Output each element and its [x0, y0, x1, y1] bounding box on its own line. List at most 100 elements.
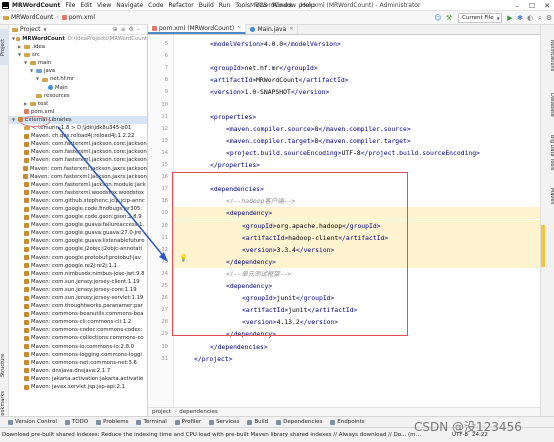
tool-tab-notifications[interactable]: Notifications — [541, 31, 554, 81]
project-panel-title[interactable]: Project — [20, 26, 41, 33]
close-button[interactable]: ✕ — [540, 0, 554, 11]
tree-item[interactable]: Maven: com.fasterxml.woodstox:woodstox — [9, 189, 147, 197]
close-tab-icon[interactable]: ✕ — [289, 26, 293, 32]
code-line[interactable]: </properties> — [174, 159, 540, 171]
code-line[interactable]: <version>1.0-SNAPSHOT</version> — [174, 86, 540, 98]
code-line[interactable]: <dependency> — [174, 207, 540, 220]
tree-item[interactable]: Maven: com.google.guava:listenablefuture — [9, 237, 147, 245]
status-message[interactable]: Download pre-built shared indexes: Reduc… — [2, 432, 422, 438]
tree-item[interactable]: pom.xml — [9, 108, 147, 116]
tree-item[interactable]: Maven: jakarta.activation:jakarta.activa… — [9, 375, 147, 383]
code-line[interactable]: <artifactId>hadoop-client</artifactId> — [174, 231, 540, 244]
menu-navigate[interactable]: Navigate — [116, 2, 143, 9]
tree-item[interactable]: Maven: com.sun.jersey:jersey-client:1.19 — [9, 278, 147, 286]
code-line[interactable]: </dependency> — [174, 328, 540, 340]
code-line[interactable]: </dependency> — [174, 255, 540, 268]
menu-tools[interactable]: Tools — [235, 2, 250, 9]
tree-item[interactable]: ▶ test — [9, 100, 147, 108]
run-icon[interactable]: ▶ — [506, 14, 514, 22]
search-everywhere-icon[interactable]: ⌕ — [536, 14, 544, 22]
tree-item[interactable]: Maven: commons-net:commons-net:3.6 — [9, 359, 147, 367]
settings-icon[interactable]: ⚙ — [545, 14, 553, 22]
maximize-button[interactable]: ☐ — [525, 0, 539, 11]
tab-pom-xml[interactable]: pom.xml (MRWordCount) ✕ — [148, 24, 247, 34]
tree-item[interactable]: Maven: com.fasterxml.jackson.jaxrs:jacks… — [9, 173, 147, 181]
code-editor[interactable]: <modelVersion>4.0.0</modelVersion> <group… — [174, 35, 540, 407]
code-line[interactable]: <dependency> — [174, 280, 540, 292]
minimize-button[interactable]: – — [510, 0, 524, 11]
code-line[interactable]: <groupId>org.apache.hadoop</groupId> — [174, 219, 540, 232]
tree-item[interactable]: ▼ main — [9, 59, 147, 67]
tool-tab-project[interactable]: Project — [0, 29, 9, 65]
tree-item[interactable]: Maven: com.google.j2objc:j2objc-annotati — [9, 245, 147, 253]
tree-item[interactable]: Maven: com.fasterxml.jackson.core:jackso… — [9, 156, 147, 164]
code-line[interactable]: <properties> — [174, 111, 540, 123]
code-line[interactable]: <maven.compiler.source>8</maven.compiler… — [174, 123, 540, 135]
tree-item[interactable]: Maven: com.github.stephenc.jcip:jcip-ann… — [9, 197, 147, 205]
intention-bulb-icon[interactable]: 💡 — [179, 254, 188, 262]
code-line[interactable]: <artifactId>MRWordCount</artifactId> — [174, 74, 540, 86]
code-line[interactable]: <project.build.sourceEncoding>UTF-8</pro… — [174, 147, 540, 159]
code-line[interactable]: <modelVersion>4.0.0</modelVersion> — [174, 38, 540, 50]
tab-main-java[interactable]: Main.java ✕ — [246, 24, 299, 34]
tool-window-dependencies[interactable]: Dependencies — [276, 419, 322, 425]
breadcrumb-item[interactable]: dependencies — [179, 409, 217, 415]
tree-item[interactable]: Main — [9, 84, 147, 92]
nav-crumb-project[interactable]: MRWordCount › — [3, 14, 59, 21]
tool-window-services[interactable]: Services — [209, 419, 239, 425]
tree-item[interactable]: Maven: com.google.re2j:re2j:1.1 — [9, 262, 147, 270]
code-line[interactable] — [174, 171, 540, 183]
build-hammer-icon[interactable]: ⚒ — [445, 14, 453, 22]
tree-item[interactable]: ▶ .idea — [9, 43, 147, 51]
menu-refactor[interactable]: Refactor — [169, 2, 194, 9]
tool-window-problems[interactable]: Problems — [96, 419, 128, 425]
tree-item[interactable]: Maven: commons-cli:commons-cli:1.2 — [9, 318, 147, 326]
code-line[interactable]: </dependencies> — [174, 341, 540, 353]
user-icon[interactable]: ☺ — [434, 14, 442, 22]
tree-item[interactable]: Maven: javax.servlet.jsp:jsp-api:2.1 — [9, 383, 147, 391]
code-line[interactable]: <!--单元测试框架--> — [174, 268, 540, 280]
tool-window-profiler[interactable]: Profiler — [174, 419, 201, 425]
tree-item[interactable]: Maven: com.google.guava:failureaccess:1. — [9, 221, 147, 229]
coverage-icon[interactable]: ◐ — [526, 14, 534, 22]
code-line[interactable]: <!--hadoop客户端--> — [174, 195, 540, 207]
code-line[interactable]: <version>4.13.2</version> — [174, 316, 540, 328]
tree-item[interactable]: Maven: com.google.code.gson:gson:2.8.9 — [9, 213, 147, 221]
close-tab-icon[interactable]: ✕ — [237, 25, 241, 31]
tree-item[interactable]: Maven: com.google.code.findbugs:jsr305: — [9, 205, 147, 213]
menu-edit[interactable]: Edit — [80, 2, 92, 9]
debug-icon[interactable]: ✱ — [516, 14, 524, 22]
tool-window-build[interactable]: Build — [247, 419, 268, 425]
tree-item[interactable]: Maven: commons-logging:commons-loggi — [9, 351, 147, 359]
tree-item[interactable]: Maven: com.google.protobuf:protobuf-jav — [9, 254, 147, 262]
tool-tab-maven[interactable]: Maven — [541, 181, 554, 211]
code-line[interactable]: <dependencies> — [174, 183, 540, 195]
tree-item[interactable]: Maven: ch.qos.reload4j:reload4j:1.2.22 — [9, 132, 147, 140]
chevron-down-icon[interactable]: ▼ — [44, 27, 47, 32]
tool-tab-database[interactable]: Database — [541, 85, 554, 125]
tree-item[interactable]: Maven: commons-beanutils:commons-bea — [9, 310, 147, 318]
tree-item[interactable]: Maven: commons-io:commons-io:2.8.0 — [9, 343, 147, 351]
tree-item[interactable]: Maven: commons-codec:commons-codec: — [9, 326, 147, 334]
tree-item[interactable]: resources — [9, 92, 147, 100]
tree-item[interactable]: Maven: com.nimbusds:nimbus-jose-jwt:9.8 — [9, 270, 147, 278]
code-line[interactable]: </project> — [174, 353, 540, 365]
code-line[interactable] — [174, 99, 540, 111]
code-line[interactable]: <groupId>net.hf.mr</groupId> — [174, 62, 540, 74]
code-line[interactable]: <artifactId>junit</artifactId> — [174, 304, 540, 316]
panel-actions-icon[interactable]: ⊕≡⚙– — [113, 26, 143, 33]
tree-item[interactable]: ▼ net.hf.mr — [9, 75, 147, 83]
tool-tab-structure[interactable]: Structure — [0, 345, 9, 385]
code-line[interactable]: <maven.compiler.target>8</maven.compiler… — [174, 135, 540, 147]
tool-window-endpoints[interactable]: Endpoints — [330, 419, 365, 425]
breadcrumb-item[interactable]: project — [152, 409, 171, 415]
tree-item[interactable]: Maven: com.thoughtworks.paranamer:par — [9, 302, 147, 310]
menu-file[interactable]: File — [65, 2, 75, 9]
tool-window-terminal[interactable]: Terminal — [136, 419, 167, 425]
tree-item[interactable]: ▼ java — [9, 67, 147, 75]
run-config-select[interactable]: Current File ▼ — [458, 13, 502, 23]
tree-item[interactable]: Maven: com.sun.jersey:jersey-servlet:1.1… — [9, 294, 147, 302]
tree-item[interactable]: Maven: com.fasterxml.jackson.jaxrs:jacks… — [9, 165, 147, 173]
code-line[interactable] — [174, 50, 540, 62]
tree-item[interactable]: Maven: com.fasterxml.jackson.core:jackso… — [9, 140, 147, 148]
